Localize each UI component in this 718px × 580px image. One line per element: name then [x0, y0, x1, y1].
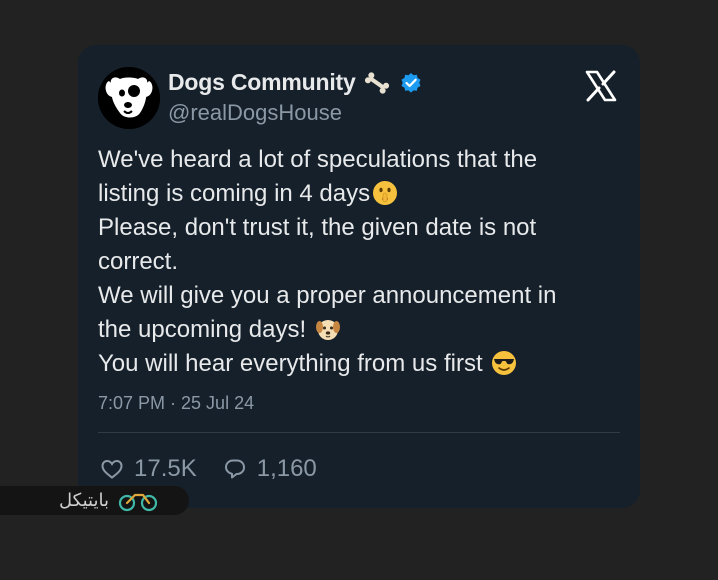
- bicycle-logo-icon: [117, 490, 159, 512]
- tweet-line: Please, don't trust it, the given date i…: [98, 214, 537, 241]
- author-avatar[interactable]: [98, 67, 160, 129]
- tweet-timestamp[interactable]: 7:07 PM · 25 Jul 24: [98, 393, 254, 414]
- divider: [98, 432, 620, 433]
- tweet-line: listing is coming in 4 days: [98, 177, 618, 211]
- like-button[interactable]: 17.5K: [100, 455, 197, 483]
- tweet-line: We will give you a proper announcement i…: [98, 282, 557, 309]
- tweet-line: correct.: [98, 248, 179, 275]
- like-count: 17.5K: [134, 455, 197, 482]
- author-display-name[interactable]: Dogs Community: [168, 69, 356, 96]
- reply-button[interactable]: 1,160: [223, 455, 317, 483]
- sunglasses-face-icon: [491, 350, 517, 376]
- bone-icon: [362, 71, 392, 94]
- dog-face-icon: [315, 316, 341, 342]
- watermark-badge: بایتیکل: [0, 486, 189, 515]
- tweet-line: You will hear everything from us first: [98, 347, 618, 381]
- author-handle[interactable]: @realDogsHouse: [168, 100, 342, 126]
- tweet-text: We've heard a lot of speculations that t…: [98, 143, 618, 381]
- reply-bubble-icon: [224, 459, 245, 479]
- heart-icon: [101, 459, 123, 479]
- watermark-text: بایتیکل: [59, 490, 109, 511]
- shushing-face-icon: [372, 180, 398, 206]
- reply-count: 1,160: [256, 455, 317, 482]
- tweet-card: Dogs Community @realDogsHouse We've hear…: [78, 45, 640, 508]
- author-name-row: Dogs Community: [168, 69, 422, 96]
- tweet-line: the upcoming days!: [98, 313, 618, 347]
- tweet-line: We've heard a lot of speculations that t…: [98, 146, 538, 173]
- x-logo-icon[interactable]: [584, 69, 618, 103]
- verified-badge-icon: [400, 72, 422, 94]
- dog-avatar-icon: [98, 67, 160, 129]
- tweet-actions: 17.5K 1,160: [100, 455, 317, 483]
